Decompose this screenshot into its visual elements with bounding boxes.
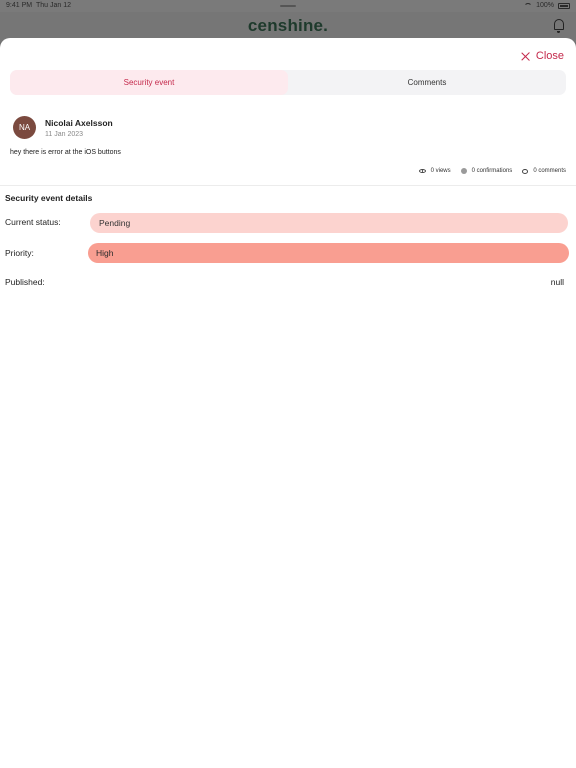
- comments-stat[interactable]: 0 comments: [522, 168, 566, 174]
- confirmation-icon: [460, 168, 467, 174]
- status-date-text: Thu Jan 12: [35, 2, 71, 9]
- divider: [0, 185, 576, 186]
- published-label: Published:: [5, 277, 45, 287]
- post-author: NA Nicolai Axelsson 11 Jan 2023: [13, 116, 113, 139]
- multitask-indicator: [280, 5, 296, 7]
- battery-icon: [558, 2, 570, 9]
- status-label: Current status:: [5, 217, 61, 227]
- views-stat: 0 views: [418, 168, 451, 174]
- comment-icon: [522, 168, 529, 174]
- close-icon: [521, 52, 530, 61]
- tab-comments[interactable]: Comments: [288, 70, 566, 95]
- author-name: Nicolai Axelsson: [45, 117, 113, 128]
- close-label: Close: [535, 50, 564, 62]
- bell-icon[interactable]: [554, 19, 564, 33]
- status-time: 9:41 PM Thu Jan 12: [6, 2, 71, 9]
- priority-badge: High: [88, 243, 569, 263]
- security-event-sheet: Close Security event Comments NA Nicolai…: [0, 38, 576, 768]
- comments-count: 0 comments: [533, 168, 566, 174]
- status-time-text: 9:41 PM: [6, 2, 33, 9]
- tab-security-event[interactable]: Security event: [10, 70, 288, 95]
- app-logo: censhine.: [247, 16, 329, 35]
- author-meta: Nicolai Axelsson 11 Jan 2023: [45, 118, 113, 138]
- details-title: Security event details: [5, 193, 93, 203]
- post-date: 11 Jan 2023: [45, 130, 84, 138]
- confirmations-count: 0 confirmations: [471, 168, 513, 174]
- status-badge: Pending: [90, 213, 568, 233]
- priority-label: Priority:: [5, 248, 34, 258]
- confirmations-stat[interactable]: 0 confirmations: [460, 168, 513, 174]
- status-right: 100%: [524, 2, 570, 9]
- close-button[interactable]: Close: [521, 50, 564, 62]
- avatar: NA: [13, 116, 36, 139]
- wifi-icon: [524, 2, 533, 9]
- post-stats: 0 views 0 confirmations 0 comments: [418, 168, 566, 174]
- status-bar: 9:41 PM Thu Jan 12 100%: [0, 0, 576, 12]
- post-message: hey there is error at the iOS buttons: [10, 149, 121, 156]
- published-value: null: [550, 277, 564, 287]
- battery-percent: 100%: [536, 2, 554, 9]
- views-count: 0 views: [430, 168, 451, 174]
- eye-icon: [418, 169, 426, 173]
- segmented-tabs: Security event Comments: [10, 70, 566, 95]
